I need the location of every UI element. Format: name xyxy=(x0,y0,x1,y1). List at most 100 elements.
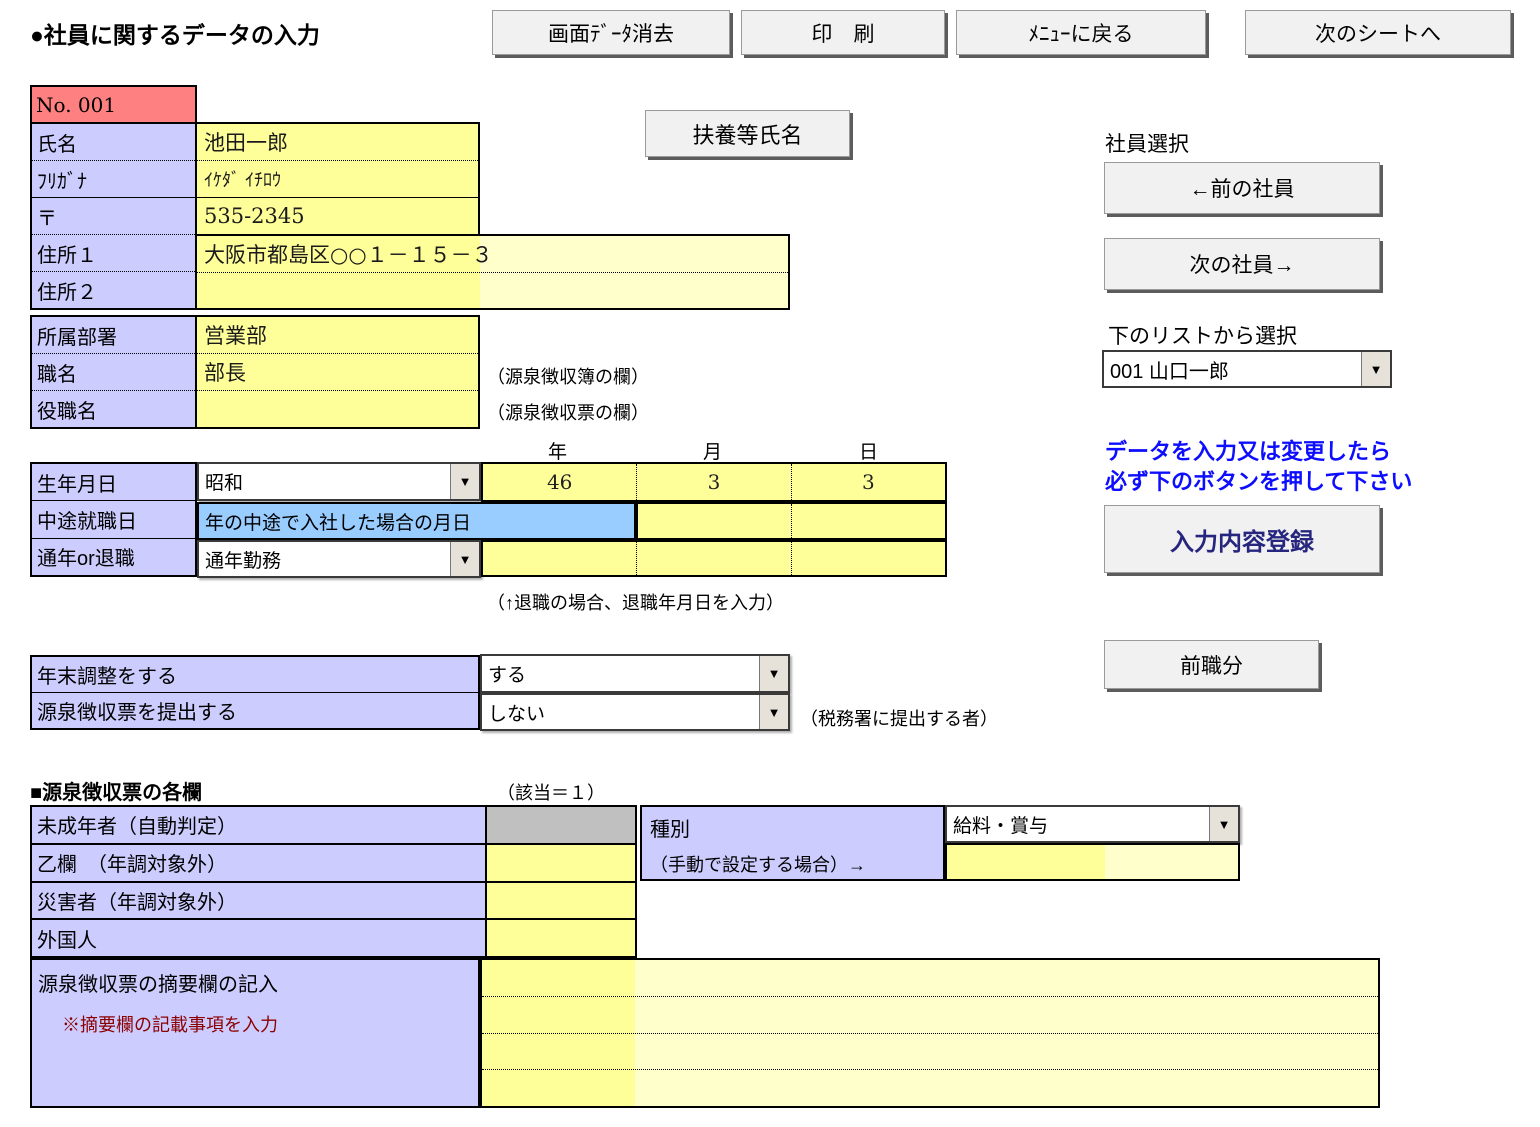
job-title-label: 職名 xyxy=(32,353,195,390)
name-label: 氏名 xyxy=(32,124,195,160)
chevron-down-icon[interactable]: ▼ xyxy=(759,656,788,691)
department-values-box: 営業部 部長 xyxy=(195,315,480,429)
birth-day-cell[interactable]: 3 xyxy=(791,464,945,500)
previous-job-button[interactable]: 前職分 xyxy=(1104,640,1319,689)
era-dropdown-value: 昭和 xyxy=(199,464,450,499)
birthdate-label: 生年月日 xyxy=(32,464,195,500)
back-to-menu-button[interactable]: ﾒﾆｭｰに戻る xyxy=(956,10,1206,55)
next-employee-button[interactable]: 次の社員→ xyxy=(1104,238,1380,290)
address-values-box: 大阪市都島区○○１－１５－３ xyxy=(195,234,790,310)
teishutsu-dropdown[interactable]: しない ▼ xyxy=(480,693,790,731)
midyear-month-cell[interactable] xyxy=(638,504,791,538)
print-button[interactable]: 印 刷 xyxy=(741,10,945,55)
tekiyo-input-line[interactable] xyxy=(482,997,1378,1034)
post-name-label: 役職名 xyxy=(32,390,195,427)
department-label-column: 所属部署 職名 役職名 xyxy=(30,315,197,429)
name-address-label-column: 氏名 ﾌﾘｶﾞﾅ 〒 住所１ 住所２ xyxy=(30,122,197,310)
kana-label: ﾌﾘｶﾞﾅ xyxy=(32,160,195,197)
disaster-flag-cell[interactable] xyxy=(487,883,635,919)
employee-number-cell: No. 001 xyxy=(30,85,197,124)
page-title: ●社員に関するデータの入力 xyxy=(30,16,320,50)
birthdate-ymd-cells: 46 3 3 xyxy=(481,462,947,502)
address1-label: 住所１ xyxy=(32,234,195,271)
retire-month-cell[interactable] xyxy=(636,542,790,575)
tekiyo-input-line[interactable] xyxy=(482,960,1378,997)
chevron-down-icon[interactable]: ▼ xyxy=(450,464,479,499)
worktype-dropdown[interactable]: 通年勤務 ▼ xyxy=(197,540,481,578)
employee-select-heading: 社員選択 xyxy=(1105,128,1189,158)
tekiyo-input-line[interactable] xyxy=(482,1034,1378,1071)
shubetsu-manual-cell[interactable] xyxy=(945,843,1240,881)
retire-day-cell[interactable] xyxy=(791,542,945,575)
table-row: 未成年者（自動判定） xyxy=(32,807,635,843)
tekiyo-note: ※摘要欄の記載事項を入力 xyxy=(32,997,478,1037)
shubetsu-dropdown[interactable]: 給料・賞与 ▼ xyxy=(945,805,1240,843)
department-value[interactable]: 営業部 xyxy=(197,317,478,353)
prev-employee-button[interactable]: ←前の社員 xyxy=(1104,162,1380,214)
tax-office-note: （税務署に提出する者） xyxy=(800,705,998,731)
birth-year-cell[interactable]: 46 xyxy=(483,464,636,500)
adjustment-label-column: 年末調整をする 源泉徴収票を提出する xyxy=(30,655,480,730)
employee-list-dropdown[interactable]: 001 山口一郎 ▼ xyxy=(1102,350,1392,388)
dependents-name-button[interactable]: 扶養等氏名 xyxy=(645,110,850,157)
clear-screen-button[interactable]: 画面ﾃﾞｰﾀ消去 xyxy=(492,10,730,55)
zip-label: 〒 xyxy=(32,197,195,234)
gensen-section-heading: ■源泉徴収票の各欄 xyxy=(30,776,202,805)
teishutsu-label: 源泉徴収票を提出する xyxy=(32,692,478,728)
nencho-label: 年末調整をする xyxy=(32,657,478,692)
nencho-dropdown-value: する xyxy=(482,656,759,691)
employee-data-entry-page: ●社員に関するデータの入力 画面ﾃﾞｰﾀ消去 印 刷 ﾒﾆｭｰに戻る 次のシート… xyxy=(0,0,1540,1127)
gensen-flags-table: 未成年者（自動判定） 乙欄 （年調対象外） 災害者（年調対象外） 外国人 xyxy=(30,805,637,958)
day-column-header: 日 xyxy=(790,437,947,464)
employee-list-label: 下のリストから選択 xyxy=(1108,320,1297,350)
tekiyo-input-line[interactable] xyxy=(482,1070,1378,1106)
table-row: 災害者（年調対象外） xyxy=(32,881,635,919)
midyear-hint-cell: 年の中途で入社した場合の月日 xyxy=(197,502,636,540)
retire-note: （↑退職の場合、退職年月日を入力） xyxy=(487,589,784,615)
save-notice-line2: 必ず下のボタンを押して下さい xyxy=(1105,464,1412,496)
chevron-down-icon[interactable]: ▼ xyxy=(1209,807,1238,841)
tekiyo-input-box xyxy=(480,958,1380,1108)
post-name-value[interactable] xyxy=(197,390,478,427)
shubetsu-dropdown-value: 給料・賞与 xyxy=(947,807,1209,841)
next-sheet-button[interactable]: 次のシートへ xyxy=(1245,10,1511,55)
midyear-md-cells xyxy=(636,502,947,540)
minor-flag-cell xyxy=(487,807,635,843)
birth-label-column: 生年月日 中途就職日 通年or退職 xyxy=(30,462,197,577)
shubetsu-manual-label: （手動で設定する場合）→ xyxy=(642,842,943,877)
chevron-down-icon[interactable]: ▼ xyxy=(759,695,788,729)
era-dropdown[interactable]: 昭和 ▼ xyxy=(197,462,481,501)
address2-label: 住所２ xyxy=(32,271,195,308)
employee-list-dropdown-value: 001 山口一郎 xyxy=(1104,352,1361,386)
address2-value[interactable] xyxy=(197,272,788,309)
address1-value[interactable]: 大阪市都島区○○１－１５－３ xyxy=(197,236,788,272)
save-notice-line1: データを入力又は変更したら xyxy=(1105,434,1391,466)
disaster-flag-label: 災害者（年調対象外） xyxy=(32,883,487,919)
foreigner-flag-cell[interactable] xyxy=(487,920,635,956)
birth-month-cell[interactable]: 3 xyxy=(636,464,790,500)
tekiyo-label: 源泉徴収票の摘要欄の記入 xyxy=(32,960,478,997)
teishutsu-dropdown-value: しない xyxy=(482,695,759,729)
kana-value[interactable]: ｲｹﾀﾞ ｲﾁﾛｳ xyxy=(197,160,478,197)
retire-year-cell[interactable] xyxy=(483,542,636,575)
shubetsu-block: 種別 （手動で設定する場合）→ xyxy=(640,805,945,881)
minor-flag-label: 未成年者（自動判定） xyxy=(32,807,487,843)
year-column-header: 年 xyxy=(480,437,635,464)
zip-value[interactable]: 535-2345 xyxy=(197,197,478,234)
department-label: 所属部署 xyxy=(32,317,195,353)
name-values-box: 池田一郎 ｲｹﾀﾞ ｲﾁﾛｳ 535-2345 xyxy=(195,122,480,236)
job-title-value[interactable]: 部長 xyxy=(197,353,478,390)
midyear-day-cell[interactable] xyxy=(791,504,945,538)
nencho-dropdown[interactable]: する ▼ xyxy=(480,654,790,693)
post-name-note: （源泉徴収票の欄） xyxy=(487,399,649,425)
name-value[interactable]: 池田一郎 xyxy=(197,124,478,160)
chevron-down-icon[interactable]: ▼ xyxy=(450,542,479,576)
gensen-hint: （該当＝１） xyxy=(497,779,605,805)
worktype-label: 通年or退職 xyxy=(32,538,195,575)
otsuran-flag-cell[interactable] xyxy=(487,845,635,881)
table-row: 外国人 xyxy=(32,918,635,956)
table-row: 乙欄 （年調対象外） xyxy=(32,843,635,881)
register-input-button[interactable]: 入力内容登録 xyxy=(1104,505,1380,573)
shubetsu-label: 種別 xyxy=(642,807,943,842)
chevron-down-icon[interactable]: ▼ xyxy=(1361,352,1390,386)
